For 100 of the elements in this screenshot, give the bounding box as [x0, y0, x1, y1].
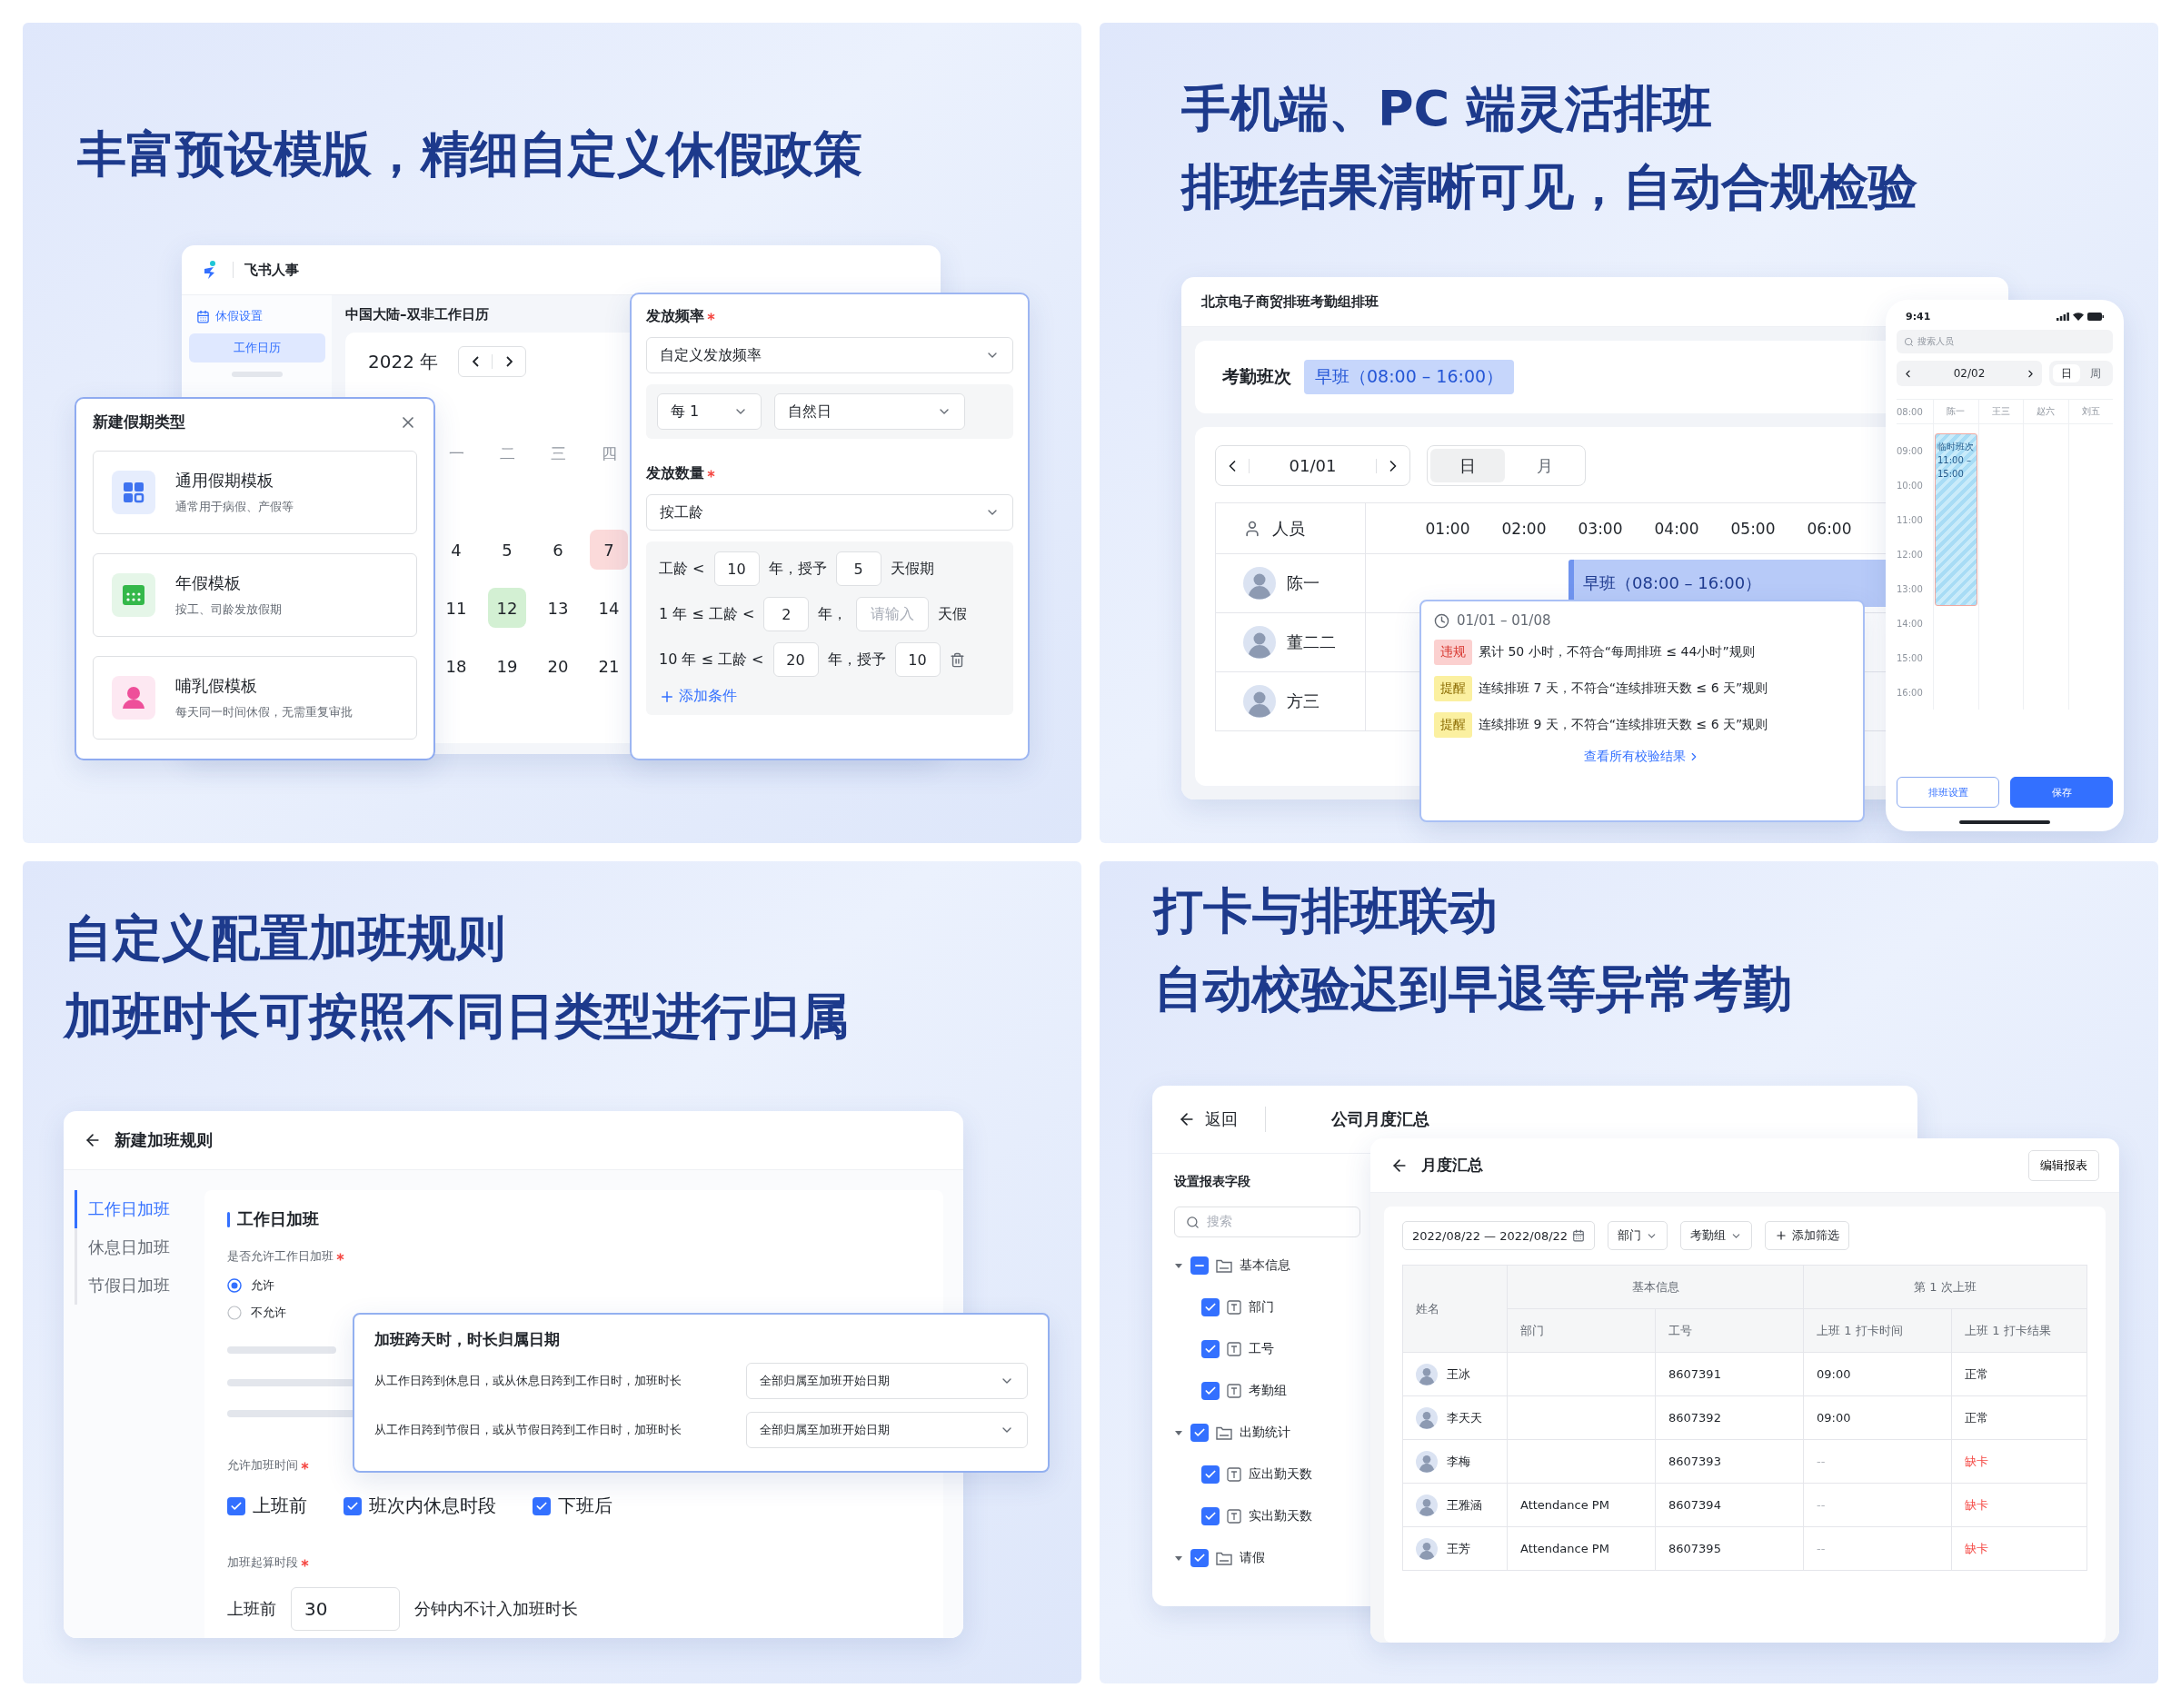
- status-tag: 提醒: [1434, 676, 1472, 701]
- person-icon: [1243, 519, 1261, 538]
- table-cell: 09:00: [1804, 1396, 1952, 1440]
- person-name: 董二二: [1287, 631, 1336, 653]
- table-cell: 8607395: [1656, 1527, 1804, 1571]
- window-title: 新建加班规则: [115, 1129, 213, 1151]
- date-range-field[interactable]: 2022/08/22 — 2022/08/22: [1402, 1221, 1596, 1250]
- edit-report-button[interactable]: 编辑报表: [2028, 1149, 2099, 1181]
- checkbox[interactable]: [1201, 1382, 1220, 1400]
- dialog-title: 新建假期类型: [93, 412, 185, 432]
- caret-down-icon[interactable]: [1174, 1428, 1183, 1437]
- template-name: 通用假期模板: [175, 470, 274, 492]
- check-icon: [1193, 1552, 1206, 1564]
- calendar-day[interactable]: 14: [590, 588, 628, 628]
- add-filter-button[interactable]: 添加筛选: [1765, 1221, 1850, 1250]
- checkbox[interactable]: [1190, 1549, 1209, 1567]
- checkbox[interactable]: [1201, 1298, 1220, 1316]
- radio-button[interactable]: [227, 1278, 242, 1293]
- calendar-day[interactable]: 5: [488, 530, 526, 570]
- calendar-day[interactable]: 12: [488, 588, 526, 628]
- folder-icon: [1216, 1551, 1232, 1565]
- select-field[interactable]: 每 1: [657, 393, 762, 430]
- shift-block[interactable]: 临时班次 11:00 – 15:00: [1935, 433, 1977, 606]
- text-field-icon: [1227, 1509, 1241, 1524]
- select-field[interactable]: 全部归属至加班开始日期: [746, 1412, 1028, 1448]
- calendar-day[interactable]: 13: [539, 588, 577, 628]
- sidebar-item[interactable]: 工作日历: [188, 333, 325, 362]
- view-tab[interactable]: 日: [1430, 449, 1505, 482]
- table-cell: 缺卡: [1952, 1484, 2087, 1527]
- checkbox[interactable]: [1201, 1340, 1220, 1358]
- field-label: 发放频率: [646, 307, 704, 326]
- signal-icon: [2057, 313, 2069, 321]
- number-field[interactable]: 20: [772, 642, 819, 677]
- person-name: 王冰: [1447, 1365, 1470, 1383]
- view-tab[interactable]: 月: [1508, 449, 1582, 482]
- calendar-day[interactable]: 7: [590, 530, 628, 570]
- template-card[interactable]: 年假模板 按工、司龄发放假期: [93, 553, 417, 637]
- checkbox[interactable]: [1190, 1256, 1209, 1275]
- calendar-day[interactable]: 20: [539, 646, 577, 686]
- hour-label: 13:00: [1897, 584, 1923, 594]
- avatar: [1416, 1450, 1438, 1473]
- field-name: 出勤统计: [1240, 1425, 1290, 1441]
- add-condition-link[interactable]: 添加条件: [659, 687, 1001, 706]
- template-card[interactable]: 通用假期模板 通常用于病假、产假等: [93, 451, 417, 534]
- sidebar-section: 休假设置: [214, 308, 263, 324]
- view-tab[interactable]: 周: [2082, 364, 2109, 382]
- select-field[interactable]: 自然日: [774, 393, 965, 430]
- headline: 自动校验迟到早退等异常考勤: [1154, 959, 1793, 1019]
- checkbox[interactable]: [1201, 1465, 1220, 1484]
- calendar-day[interactable]: 4: [437, 530, 475, 570]
- person-name: 李梅: [1447, 1453, 1470, 1470]
- field-name: 基本信息: [1240, 1257, 1290, 1274]
- back-link[interactable]: 返回: [1178, 1108, 1238, 1130]
- number-field[interactable]: 10: [894, 642, 941, 677]
- delete-icon[interactable]: [949, 651, 965, 668]
- settings-button[interactable]: 排班设置: [1897, 777, 1999, 808]
- checkbox[interactable]: [344, 1496, 362, 1515]
- save-button[interactable]: 保存: [2010, 777, 2113, 808]
- avatar: [1416, 1537, 1438, 1560]
- calendar-day[interactable]: 19: [488, 646, 526, 686]
- checkbox[interactable]: [1190, 1424, 1209, 1442]
- column-header: 工号: [1656, 1309, 1804, 1353]
- template-card[interactable]: 哺乳假模板 每天同一时间休假，无需重复审批: [93, 656, 417, 740]
- filter-dropdown[interactable]: 考勤组: [1680, 1221, 1753, 1250]
- option-label: 不允许: [251, 1305, 286, 1321]
- table-cell: 8607392: [1656, 1396, 1804, 1440]
- table-cell: 正常: [1952, 1396, 2087, 1440]
- filter-dropdown[interactable]: 部门: [1608, 1221, 1668, 1250]
- results-link[interactable]: 查看所有校验结果: [1584, 749, 1700, 765]
- avatar: [1416, 1494, 1438, 1516]
- headline: 丰富预设模版，精细自定义休假政策: [77, 124, 863, 184]
- check-icon: [1204, 1468, 1217, 1481]
- caret-down-icon[interactable]: [1174, 1261, 1183, 1270]
- calendar-day[interactable]: 11: [437, 588, 475, 628]
- check-icon: [1193, 1426, 1206, 1439]
- select-field[interactable]: 按工龄: [646, 494, 1013, 531]
- select-field[interactable]: 自定义发放频率: [646, 337, 1013, 373]
- select-field[interactable]: 全部归属至加班开始日期: [746, 1363, 1028, 1399]
- date-label: 02/02: [1953, 367, 1986, 380]
- radio-button[interactable]: [227, 1306, 242, 1320]
- headline: 排班结果清晰可见，自动合规检验: [1181, 157, 1918, 217]
- shift-tag: 早班（08:00 – 16:00）: [1304, 360, 1515, 394]
- minutes-field[interactable]: 30: [291, 1587, 400, 1631]
- text-field-icon: [1227, 1467, 1241, 1482]
- checkbox[interactable]: [1201, 1507, 1220, 1525]
- table-cell: 缺卡: [1952, 1527, 2087, 1571]
- status-tag: 提醒: [1434, 712, 1472, 738]
- view-tab[interactable]: 日: [2053, 364, 2080, 382]
- avatar: [1243, 685, 1276, 718]
- calendar-day[interactable]: 6: [539, 530, 577, 570]
- hour-label: 16:00: [1897, 688, 1923, 698]
- caret-down-icon[interactable]: [1174, 1554, 1183, 1563]
- calendar-day[interactable]: 18: [437, 646, 475, 686]
- checkbox[interactable]: [227, 1496, 245, 1515]
- checkbox[interactable]: [533, 1496, 551, 1515]
- column-header: 陈一: [1947, 405, 1966, 418]
- number-field[interactable]: 10: [713, 551, 760, 586]
- calendar-day[interactable]: 21: [590, 646, 628, 686]
- number-field[interactable]: 5: [835, 551, 881, 586]
- number-field[interactable]: 2: [763, 597, 810, 631]
